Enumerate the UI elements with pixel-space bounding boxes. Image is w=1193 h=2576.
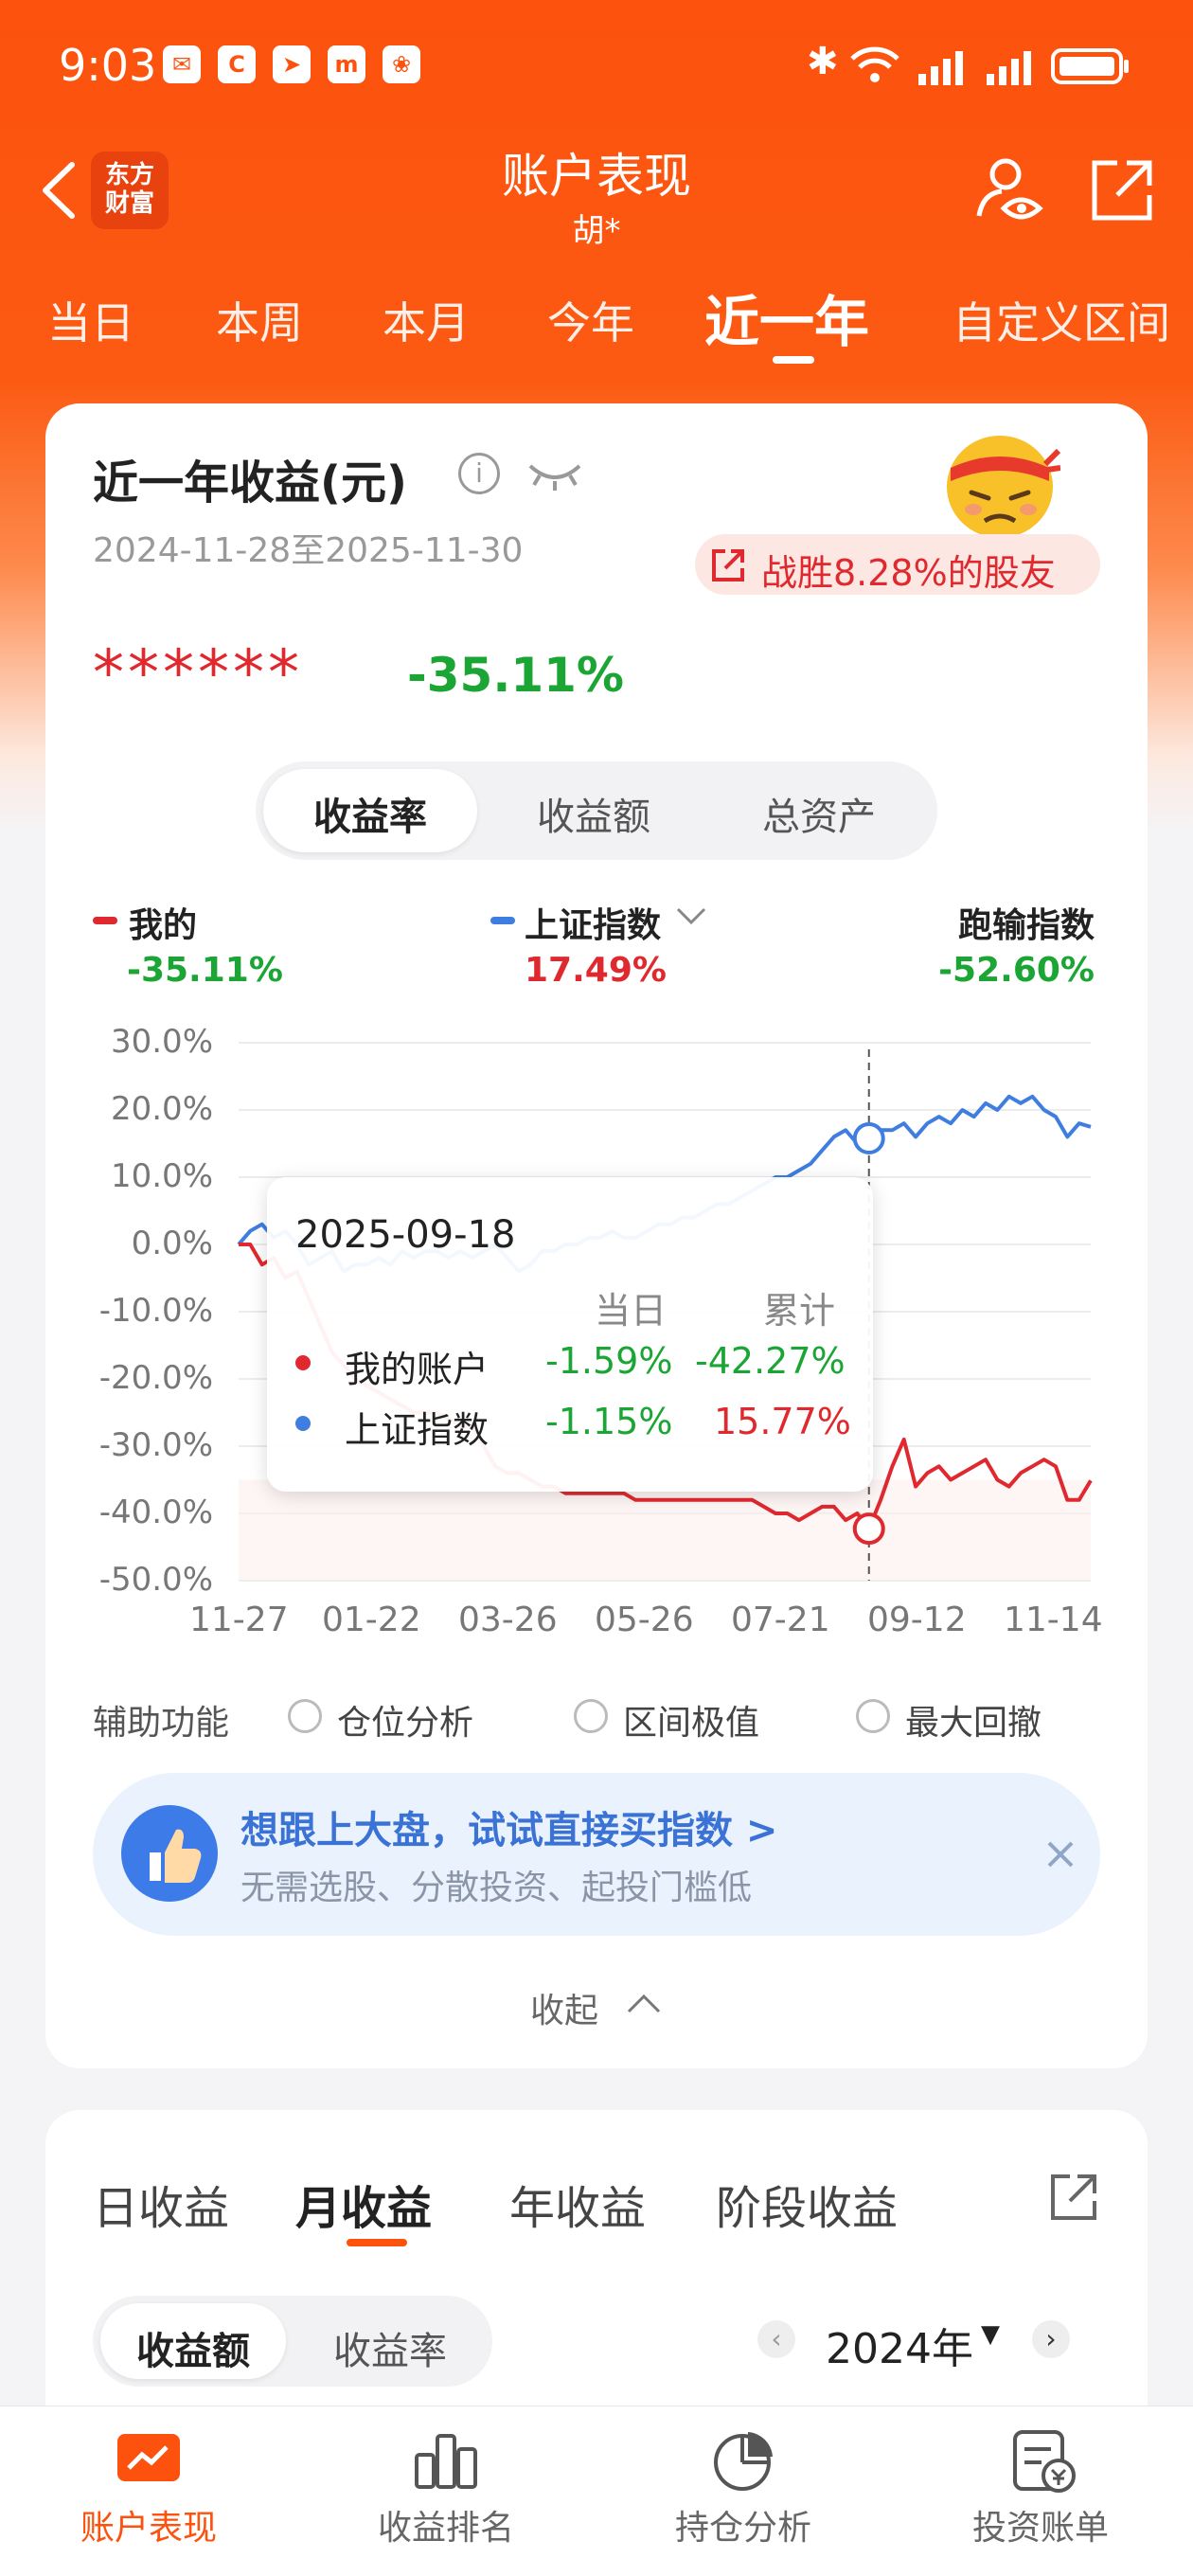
switch-profit-amount[interactable]: 收益额 — [100, 2320, 286, 2375]
aux-position-analysis[interactable]: 仓位分析 — [337, 1695, 473, 1744]
collapse-label[interactable]: 收起 — [530, 1983, 598, 2032]
share-icon[interactable] — [1047, 2171, 1100, 2227]
tooltip-date: 2025-09-18 — [295, 1213, 516, 1257]
tooltip-index-day: -1.15% — [545, 1401, 673, 1442]
radio-range-extreme[interactable] — [574, 1699, 608, 1733]
index-promo-banner[interactable] — [93, 1773, 1100, 1936]
tooltip-index-dot — [295, 1416, 311, 1431]
x-tick-label: 03-26 — [458, 1601, 558, 1639]
thumbs-up-icon — [121, 1805, 218, 1902]
x-tick-label: 07-21 — [731, 1601, 830, 1639]
year-select[interactable]: 2024年 — [826, 2315, 973, 2375]
ranking-bar-icon[interactable] — [413, 2430, 479, 2495]
switch-return-rate[interactable]: 收益率 — [297, 2320, 483, 2375]
next-year-button[interactable]: › — [1032, 2320, 1070, 2358]
bill-icon[interactable] — [1009, 2426, 1077, 2498]
tooltip-col-day: 当日 — [595, 1290, 668, 1332]
tooltip-mine-total: -42.27% — [695, 1340, 846, 1382]
prev-year-button[interactable]: ‹ — [757, 2320, 795, 2358]
tooltip-mine-dot — [295, 1355, 311, 1370]
nav-holdings-analysis[interactable]: 持仓分析 — [625, 2500, 862, 2549]
tooltip-col-total: 累计 — [763, 1290, 836, 1332]
nav-investment-bill[interactable]: 投资账单 — [922, 2500, 1159, 2549]
pie-chart-icon[interactable] — [712, 2428, 776, 2496]
tooltip-index-total: 15.77% — [714, 1401, 851, 1442]
tab-indicator — [347, 2239, 407, 2246]
tab-yearly-returns[interactable]: 年收益 — [509, 2171, 646, 2237]
tab-monthly-returns[interactable]: 月收益 — [295, 2171, 432, 2237]
x-tick-label: 01-22 — [322, 1601, 421, 1639]
x-tick-label: 11-27 — [189, 1601, 289, 1639]
close-icon[interactable] — [1043, 1837, 1077, 1875]
tooltip-mine-day: -1.59% — [545, 1340, 673, 1382]
tab-daily-returns[interactable]: 日收益 — [93, 2171, 229, 2237]
promo-title[interactable]: 想跟上大盘，试试直接买指数 > — [240, 1799, 777, 1854]
nav-return-ranking[interactable]: 收益排名 — [328, 2500, 564, 2549]
tooltip-index-label: 上证指数 — [345, 1409, 490, 1451]
account-performance-icon[interactable] — [116, 2432, 182, 2493]
caret-down-icon[interactable]: ▼ — [981, 2320, 1000, 2349]
loss-area — [239, 1479, 1091, 1581]
radio-position-analysis[interactable] — [288, 1699, 322, 1733]
chart-tooltip: 2025-09-18 当日 累计 我的账户 -1.59% -42.27% 上证指… — [267, 1177, 873, 1492]
tab-stage-returns[interactable]: 阶段收益 — [716, 2171, 898, 2237]
aux-label: 辅助功能 — [93, 1704, 230, 1743]
tooltip-mine-label: 我的账户 — [345, 1349, 490, 1390]
x-tick-label: 09-12 — [867, 1601, 967, 1639]
tooltip-point-marker — [852, 1122, 885, 1155]
nav-account-performance[interactable]: 账户表现 — [30, 2500, 267, 2549]
radio-max-drawdown[interactable] — [856, 1699, 890, 1733]
aux-range-extreme[interactable]: 区间极值 — [623, 1695, 759, 1744]
x-tick-label: 11-14 — [1004, 1601, 1103, 1639]
promo-subtitle: 无需选股、分散投资、起投门槛低 — [240, 1869, 753, 1907]
tooltip-point-marker — [852, 1512, 885, 1546]
aux-max-drawdown[interactable]: 最大回撤 — [905, 1695, 1042, 1744]
x-tick-label: 05-26 — [595, 1601, 694, 1639]
chevron-up-icon[interactable] — [625, 1989, 663, 2021]
